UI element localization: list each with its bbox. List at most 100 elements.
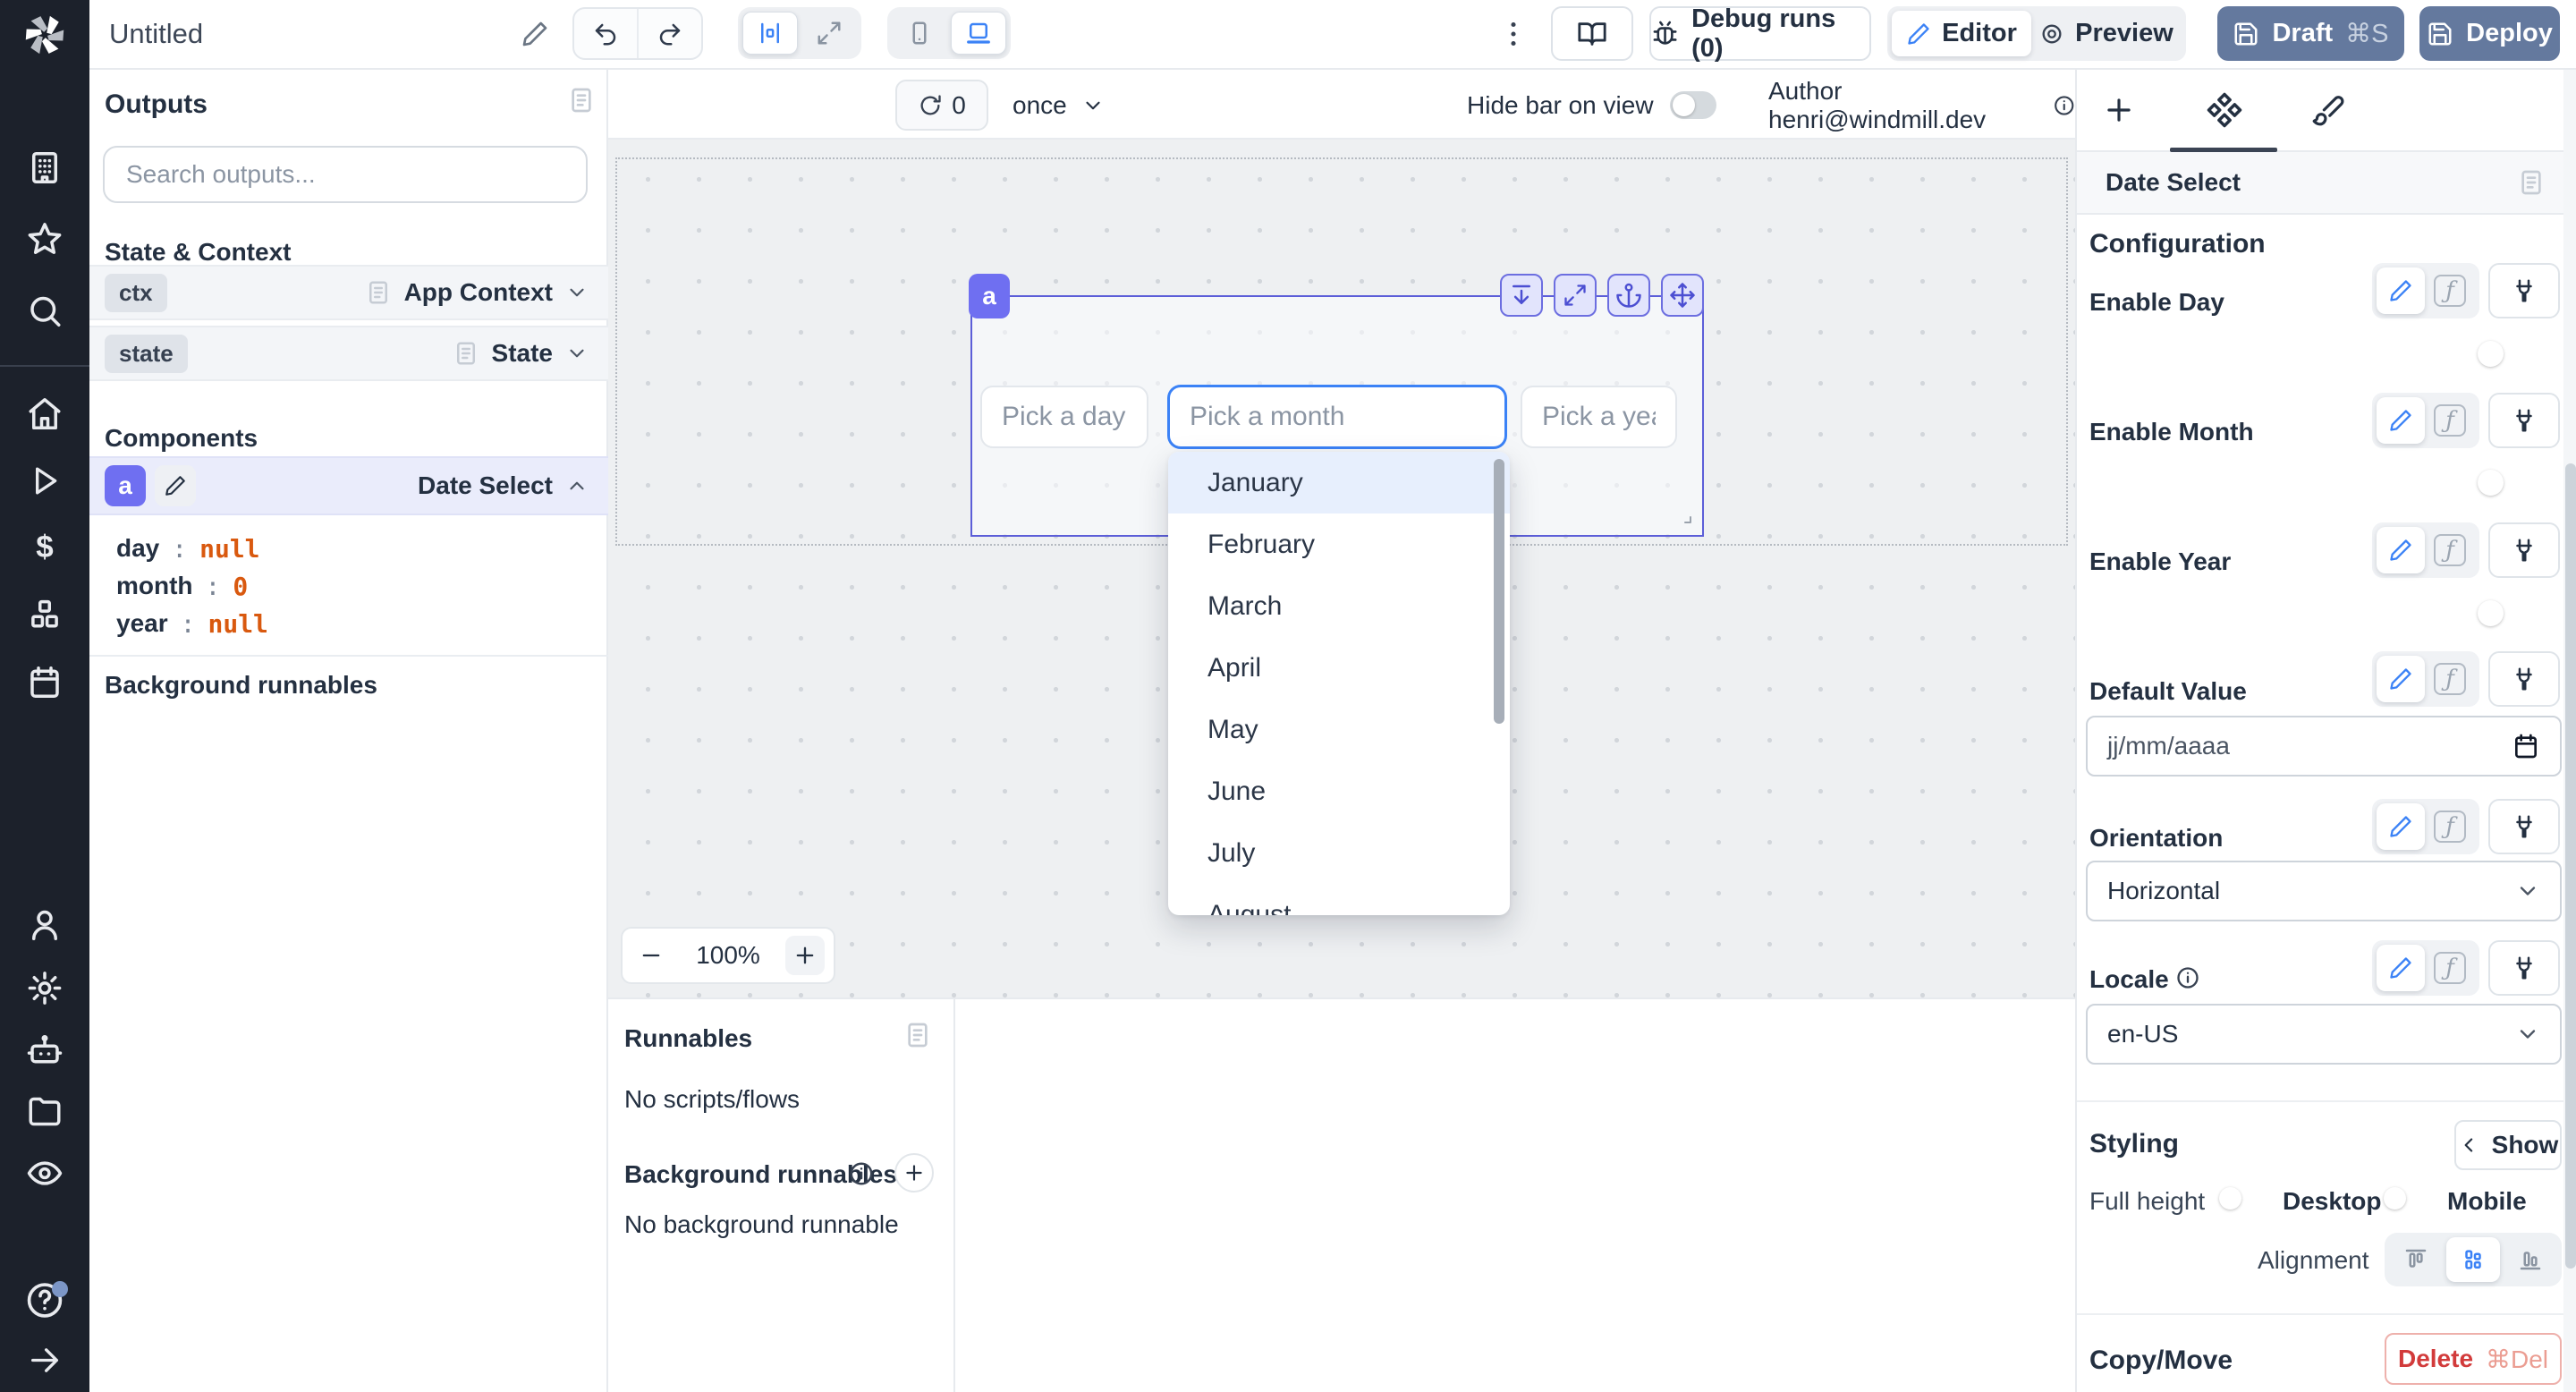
mobile-view-button[interactable]: [892, 12, 947, 55]
month-option[interactable]: May: [1168, 699, 1510, 760]
expand-down-handle[interactable]: [1500, 274, 1543, 317]
tab-preview[interactable]: Preview: [2031, 11, 2182, 56]
month-option[interactable]: February: [1168, 514, 1510, 575]
fx-mode-button[interactable]: ƒ: [2427, 397, 2473, 444]
fx-mode-button[interactable]: ƒ: [2427, 945, 2473, 991]
calendar-icon[interactable]: [2512, 732, 2540, 760]
resources-icon[interactable]: [26, 597, 64, 639]
align-top-button[interactable]: [2389, 1237, 2443, 1282]
state-chevron-down-icon[interactable]: [565, 342, 589, 365]
enable-month-connect-button[interactable]: [2488, 393, 2560, 448]
move-handle[interactable]: [1661, 274, 1704, 317]
more-menu-button[interactable]: [1497, 18, 1530, 55]
static-mode-button[interactable]: [2377, 656, 2425, 702]
center-content-button[interactable]: [742, 12, 798, 55]
runs-icon[interactable]: [27, 463, 63, 504]
tab-insert-icon[interactable]: [2102, 93, 2136, 132]
tab-theme-icon[interactable]: [2311, 93, 2345, 132]
fx-mode-button[interactable]: ƒ: [2427, 527, 2473, 573]
outputs-doc-icon[interactable]: [567, 86, 596, 119]
output-prop-day[interactable]: day : null: [89, 530, 608, 567]
docs-button[interactable]: [1551, 6, 1633, 61]
edit-title-icon[interactable]: [521, 20, 549, 53]
redo-button[interactable]: [639, 9, 701, 58]
pick-month-input[interactable]: [1168, 386, 1506, 448]
users-icon[interactable]: [26, 906, 64, 948]
orientation-select[interactable]: Horizontal: [2086, 861, 2562, 921]
audit-icon[interactable]: [26, 1155, 64, 1197]
settings-scrollbar-thumb[interactable]: [2565, 463, 2576, 1269]
tab-editor[interactable]: Editor: [1892, 11, 2031, 56]
static-mode-button[interactable]: [2377, 945, 2425, 991]
resize-corner-handle[interactable]: [1674, 505, 1695, 531]
schedules-icon[interactable]: [26, 664, 64, 706]
dropdown-scrollbar[interactable]: [1494, 459, 1504, 724]
fx-mode-button[interactable]: ƒ: [2427, 267, 2473, 314]
state-row[interactable]: state State: [89, 326, 608, 381]
schedule-dropdown[interactable]: once: [1013, 80, 1105, 131]
default-value-date-input[interactable]: jj/mm/aaaa: [2086, 716, 2562, 777]
runnables-doc-icon[interactable]: [903, 1021, 932, 1054]
folders-icon[interactable]: [26, 1093, 64, 1135]
debug-runs-button[interactable]: Debug runs (0): [1649, 6, 1871, 61]
workspace-icon[interactable]: [26, 149, 64, 191]
tab-settings-icon[interactable]: [2206, 91, 2243, 133]
ctx-row[interactable]: ctx App Context: [89, 265, 608, 320]
static-mode-button[interactable]: [2377, 803, 2425, 850]
month-option[interactable]: August: [1168, 884, 1510, 915]
variables-icon[interactable]: [26, 530, 64, 572]
deploy-button[interactable]: Deploy: [2419, 6, 2560, 61]
output-prop-month[interactable]: month : 0: [89, 567, 608, 605]
pick-year-input[interactable]: [1521, 386, 1677, 448]
settings-icon[interactable]: [26, 970, 64, 1012]
enable-day-connect-button[interactable]: [2488, 263, 2560, 318]
fx-mode-button[interactable]: ƒ: [2427, 656, 2473, 702]
anchor-handle[interactable]: [1607, 274, 1650, 317]
default-value-connect-button[interactable]: [2488, 651, 2560, 707]
zoom-in-button[interactable]: [785, 936, 825, 975]
static-mode-button[interactable]: [2377, 397, 2425, 444]
month-option[interactable]: January: [1168, 452, 1510, 514]
add-bg-runnable-button[interactable]: [894, 1153, 934, 1193]
component-canvas-badge[interactable]: a: [969, 274, 1010, 318]
show-styling-button[interactable]: Show: [2454, 1120, 2562, 1170]
output-prop-year[interactable]: year : null: [89, 605, 608, 642]
month-option[interactable]: July: [1168, 822, 1510, 884]
component-chevron-up-icon[interactable]: [565, 474, 589, 497]
locale-connect-button[interactable]: [2488, 940, 2560, 996]
ctx-chevron-down-icon[interactable]: [565, 281, 589, 304]
refresh-count-button[interactable]: 0: [895, 80, 988, 131]
month-option[interactable]: June: [1168, 760, 1510, 822]
enable-year-connect-button[interactable]: [2488, 522, 2560, 578]
fullsize-handle[interactable]: [1554, 274, 1597, 317]
orientation-connect-button[interactable]: [2488, 799, 2560, 854]
fullscreen-canvas-button[interactable]: [801, 12, 857, 55]
collapse-rail-icon[interactable]: [27, 1343, 63, 1383]
workers-icon[interactable]: [26, 1032, 64, 1074]
component-list-row[interactable]: a Date Select: [89, 456, 608, 515]
favorites-icon[interactable]: [26, 221, 64, 263]
locale-info-icon[interactable]: [2175, 965, 2200, 990]
locale-select[interactable]: en-US: [2086, 1004, 2562, 1065]
month-option[interactable]: April: [1168, 637, 1510, 699]
component-edit-icon[interactable]: [155, 465, 196, 506]
desktop-view-button[interactable]: [951, 12, 1006, 55]
author-info-icon[interactable]: [2053, 93, 2075, 118]
static-mode-button[interactable]: [2377, 527, 2425, 573]
bg-runnables-info-icon[interactable]: [848, 1160, 875, 1187]
component-doc-icon[interactable]: [2517, 168, 2546, 197]
zoom-out-button[interactable]: [631, 936, 671, 975]
pick-day-input[interactable]: [980, 386, 1148, 448]
windmill-logo[interactable]: [0, 0, 89, 70]
search-outputs-input[interactable]: [103, 146, 588, 203]
home-icon[interactable]: [26, 395, 64, 437]
search-icon[interactable]: [26, 293, 64, 335]
align-bottom-button[interactable]: [2504, 1237, 2557, 1282]
static-mode-button[interactable]: [2377, 267, 2425, 314]
align-center-button[interactable]: [2446, 1237, 2500, 1282]
undo-button[interactable]: [574, 9, 639, 58]
month-option[interactable]: March: [1168, 575, 1510, 637]
draft-button[interactable]: Draft ⌘S: [2217, 6, 2404, 61]
hide-bar-toggle[interactable]: [1670, 91, 1716, 119]
fx-mode-button[interactable]: ƒ: [2427, 803, 2473, 850]
